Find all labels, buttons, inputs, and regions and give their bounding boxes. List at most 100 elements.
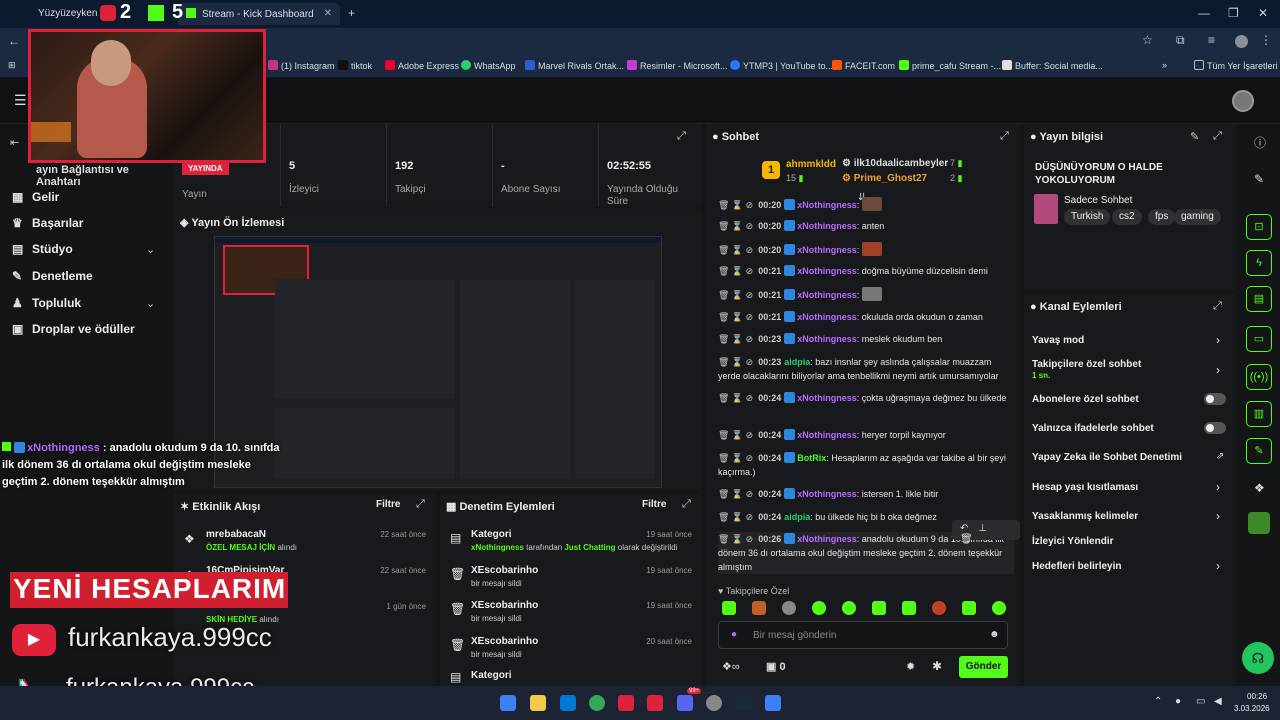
emote-icon[interactable]: [782, 601, 796, 615]
profile-avatar[interactable]: [1235, 35, 1248, 48]
sidebar-item-droplar[interactable]: ▣ Droplar ve ödüller: [12, 322, 135, 336]
network-icon[interactable]: ▭: [1196, 696, 1205, 707]
send-button[interactable]: Gönder: [959, 656, 1008, 678]
collapse-icon[interactable]: ⇤: [10, 136, 19, 149]
sidebar-item-studyo[interactable]: ▤ Stüdyo: [12, 242, 73, 256]
activity-filter-button[interactable]: Filtre: [376, 499, 400, 510]
bookmark-marvel[interactable]: Marvel Rivals Ortak...: [525, 60, 624, 71]
pin-icon[interactable]: ⊥: [978, 523, 997, 534]
chevron-right-icon[interactable]: ›: [1216, 480, 1220, 494]
emote-icon[interactable]: [842, 601, 856, 615]
mic-tray-icon[interactable]: ●: [1175, 696, 1181, 707]
browser-menu-icon[interactable]: ⋮: [1260, 33, 1272, 47]
action-banned-words[interactable]: Yasaklanmış kelimeler: [1032, 511, 1138, 522]
bookmark-buffer[interactable]: Buffer: Social media...: [1002, 60, 1103, 71]
bot-icon[interactable]: ✱: [932, 659, 942, 673]
apps-icon[interactable]: ⊞: [8, 60, 16, 71]
sidebar-item-denetleme[interactable]: ✎ Denetleme: [12, 269, 93, 283]
category-name[interactable]: Sadece Sohbet: [1064, 195, 1132, 206]
emote-icon[interactable]: [752, 601, 766, 615]
expand-icon[interactable]: ⤢: [1213, 130, 1222, 143]
app-icon[interactable]: [647, 695, 663, 711]
help-icon[interactable]: ☊: [1242, 642, 1274, 674]
browser-tab-active[interactable]: Stream - Kick Dashboard ✕: [178, 3, 340, 25]
message-actions[interactable]: ↶⊥🗑: [952, 520, 1020, 545]
emote-icon[interactable]: [992, 601, 1006, 615]
action-slow-mode[interactable]: Yavaş mod: [1032, 335, 1084, 346]
file-explorer-icon[interactable]: [530, 695, 546, 711]
bookmark-whatsapp[interactable]: WhatsApp: [461, 60, 516, 71]
tray-chevron-icon[interactable]: ⌃: [1154, 696, 1162, 707]
action-ai-moderation[interactable]: Yapay Zeka ile Sohbet Denetimi: [1032, 452, 1182, 463]
expand-icon[interactable]: ⤢: [1213, 300, 1222, 313]
youtube-app-icon[interactable]: [618, 695, 634, 711]
chevron-right-icon[interactable]: ›: [1216, 509, 1220, 523]
bookmark-instagram[interactable]: (1) Instagram: [268, 60, 335, 71]
chevron-right-icon[interactable]: ›: [1216, 559, 1220, 573]
extensions-icon[interactable]: ⧉: [1176, 33, 1185, 48]
expand-icon[interactable]: ⤢: [416, 498, 425, 511]
media-icon[interactable]: ≡: [1208, 33, 1215, 47]
emote-icon[interactable]: [872, 601, 886, 615]
bookmark-star-icon[interactable]: ☆: [1142, 33, 1153, 47]
bookmark-resimler[interactable]: Resimler - Microsoft...: [627, 60, 728, 71]
chat-input[interactable]: ● Bir mesaj gönderin ☻: [718, 621, 1008, 649]
steam-icon[interactable]: [736, 695, 752, 711]
chat-button[interactable]: ▭: [1246, 326, 1272, 352]
chevron-right-icon[interactable]: ›: [1216, 333, 1220, 347]
sidebar-item-stream-key[interactable]: ayın Bağlantısı ve Anahtarı: [36, 164, 170, 188]
chevron-right-icon[interactable]: ›: [1216, 363, 1220, 377]
sidebar-item-basarilar[interactable]: ♛ Başarılar: [12, 216, 83, 230]
subscribers-only-toggle[interactable]: [1204, 393, 1226, 405]
minimize-icon[interactable]: —: [1198, 6, 1210, 20]
outlook-icon[interactable]: [560, 695, 576, 711]
mod-filter-button[interactable]: Filtre: [642, 499, 666, 510]
info-circle-icon[interactable]: ⓘ: [1254, 134, 1266, 151]
discord-icon[interactable]: [677, 695, 693, 711]
volume-icon[interactable]: ◀: [1214, 696, 1222, 707]
app-icon[interactable]: [1248, 512, 1270, 534]
bookmark-faceit[interactable]: FACEIT.com: [832, 60, 895, 71]
printer-button[interactable]: ▥: [1246, 401, 1272, 427]
action-followers-only[interactable]: Takipçilere özel sohbet: [1032, 359, 1141, 370]
mic-icon[interactable]: ●: [731, 629, 737, 640]
action-account-age[interactable]: Hesap yaşı kısıtlaması: [1032, 482, 1138, 493]
emote-icon[interactable]: [962, 601, 976, 615]
tools-button[interactable]: ✎: [1246, 438, 1272, 464]
close-window-icon[interactable]: ✕: [1258, 6, 1268, 20]
bookmark-kick[interactable]: prime_cafu Stream -...: [899, 60, 1001, 71]
delete-icon[interactable]: 🗑: [960, 534, 983, 545]
reply-icon[interactable]: ↶: [960, 523, 978, 534]
chevron-down-icon[interactable]: ⌄: [146, 297, 155, 310]
chevron-down-icon[interactable]: ⌄: [146, 243, 155, 256]
maximize-icon[interactable]: ❐: [1228, 6, 1239, 20]
menu-icon[interactable]: ☰: [14, 92, 27, 109]
action-goals[interactable]: Hedefleri belirleyin: [1032, 561, 1121, 572]
close-tab-icon[interactable]: ✕: [324, 8, 332, 19]
emote-icon[interactable]: [812, 601, 826, 615]
app-icon[interactable]: [765, 695, 781, 711]
back-icon[interactable]: ←: [8, 34, 20, 48]
action-raid[interactable]: İzleyici Yönlendir: [1032, 536, 1114, 547]
emoji-icon[interactable]: ☻: [989, 629, 1000, 640]
flash-button[interactable]: ϟ: [1246, 250, 1272, 276]
all-bookmarks[interactable]: Tüm Yer İşaretleri: [1194, 60, 1278, 71]
clip-button[interactable]: ⊡: [1246, 214, 1272, 240]
gift-icon[interactable]: ❖: [1254, 481, 1265, 495]
external-link-icon[interactable]: ⇗: [1216, 451, 1224, 462]
emote-icon[interactable]: [932, 601, 946, 615]
notes-button[interactable]: ▤: [1246, 286, 1272, 312]
emotes-only-toggle[interactable]: [1204, 422, 1226, 434]
edit-icon[interactable]: ✎: [1190, 130, 1199, 143]
chrome-icon[interactable]: [589, 695, 605, 711]
sidebar-item-topluluk[interactable]: ♟ Topluluk: [12, 296, 81, 310]
start-icon[interactable]: [500, 695, 516, 711]
emote-icon[interactable]: [722, 601, 736, 615]
sidebar-item-gelir[interactable]: ▦ Gelir: [12, 190, 59, 204]
user-avatar[interactable]: [1232, 90, 1254, 112]
obs-icon[interactable]: [706, 695, 722, 711]
more-bookmarks-icon[interactable]: »: [1162, 60, 1167, 70]
bookmark-ytmp3[interactable]: YTMP3 | YouTube to...: [730, 60, 833, 71]
settings-icon[interactable]: ✹: [906, 660, 915, 673]
pencil-icon[interactable]: ✎: [1254, 172, 1264, 186]
